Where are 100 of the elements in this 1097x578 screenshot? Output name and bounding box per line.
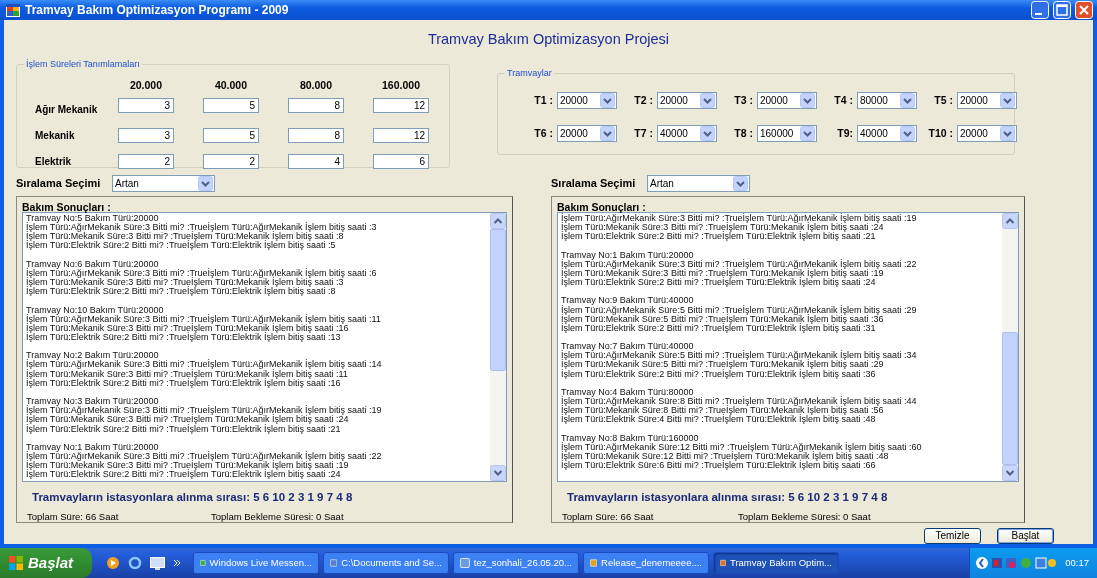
result-line: İşlem Türü:Elektrik Süre:2 Bitti mi? :Trueİşlem Türü:Elektrik İşlem bitiş saati :36: [561, 369, 877, 379]
duration-field[interactable]: 2: [203, 153, 259, 169]
sort-select[interactable]: Artan: [647, 174, 750, 192]
sort-label: Sıralama Seçimi: [16, 175, 102, 191]
result-line: İşlem Türü:AğırMekanik Süre:3 Bitti mi? :Trueİşlem Türü:AğırMekanik İşlem bitiş saati :22: [561, 259, 918, 269]
minimize-button[interactable]: [1031, 1, 1049, 19]
duration-field[interactable]: 2: [118, 153, 174, 169]
taskbar-button[interactable]: Tramvay Bakım Optim...: [713, 552, 839, 574]
result-line: İşlem Türü:Mekanik Süre:3 Bitti mi? :Trueİşlem Türü:Mekanik İşlem bitiş saati :24: [26, 415, 350, 425]
tram-header: Tramvay No:3 Bakım Türü:20000: [26, 397, 159, 407]
row-label: Elektrik: [35, 154, 73, 169]
column-header: 160.000: [381, 78, 421, 93]
window-title: Tramvay Bakım Optimizasyon Programı - 2009: [25, 2, 289, 19]
result-line: İşlem Türü:Mekanik Süre:12 Bitti mi? :Trueİşlem Türü:Mekanik İşlem bitiş saati :48: [561, 452, 890, 461]
tram-header: Tramvay No:4 Bakım Türü:80000: [561, 387, 695, 397]
duration-field[interactable]: 6: [373, 153, 429, 169]
app-icon: [590, 557, 598, 569]
result-line: İşlem Türü:Elektrik Süre:2 Bitti mi? :Trueİşlem Türü:Elektrik İşlem bitiş saati :8: [26, 287, 337, 297]
tram-label: T9:: [836, 125, 854, 141]
tram-select[interactable]: 80000: [857, 92, 917, 109]
result-line: İşlem Türü:Mekanik Süre:5 Bitti mi? :Trueİşlem Türü:Mekanik İşlem bitiş saati :36: [561, 314, 885, 324]
app-icon: [720, 557, 726, 569]
result-line: İşlem Türü:AğırMekanik Süre:3 Bitti mi? :Trueİşlem Türü:AğırMekanik İşlem bitiş saati :14: [26, 360, 383, 370]
tram-select[interactable]: 20000: [957, 92, 1017, 109]
taskbar-button[interactable]: tez_sonhali_26.05.20...: [453, 552, 579, 574]
action-button[interactable]: Temizle: [924, 528, 981, 544]
app-icon: [330, 557, 338, 569]
total-time: Toplam Süre: 66 Saat: [562, 510, 655, 525]
total-wait: Toplam Bekleme Süresi: 0 Saat: [211, 510, 344, 525]
tram-select[interactable]: 20000: [657, 92, 717, 109]
windows-flag-icon: [8, 555, 24, 571]
scrollbar[interactable]: [1002, 213, 1018, 481]
result-line: İşlem Türü:Mekanik Süre:5 Bitti mi? :Trueİşlem Türü:Mekanik İşlem bitiş saati :29: [561, 360, 885, 370]
scroll-thumb[interactable]: [490, 229, 506, 372]
app-icon: [6, 3, 20, 17]
start-button[interactable]: Başlat: [0, 548, 92, 578]
result-line: İşlem Türü:Elektrik Süre:2 Bitti mi? :Trueİşlem Türü:Elektrik İşlem bitiş saati :5: [26, 241, 337, 251]
duration-field[interactable]: 12: [373, 97, 429, 113]
tram-select[interactable]: 20000: [957, 125, 1017, 142]
app-icon: [460, 557, 470, 569]
sort-select[interactable]: Artan: [112, 174, 215, 192]
tram-header: Tramvay No:5 Bakım Türü:20000: [26, 214, 160, 223]
scroll-down-icon[interactable]: [1002, 465, 1018, 481]
result-line: İşlem Türü:AğırMekanik Süre:5 Bitti mi? :Trueİşlem Türü:AğırMekanik İşlem bitiş saati :34: [561, 351, 918, 361]
result-line: İşlem Türü:Elektrik Süre:2 Bitti mi? :Trueİşlem Türü:Elektrik İşlem bitiş saati :13: [26, 333, 342, 343]
tram-select[interactable]: 40000: [857, 125, 917, 142]
scroll-thumb[interactable]: [1002, 331, 1018, 465]
taskbar-button[interactable]: C:\Documents and Se...: [323, 552, 449, 574]
tram-select[interactable]: 20000: [557, 92, 617, 109]
column-header: 20.000: [128, 78, 164, 93]
duration-field[interactable]: 5: [203, 97, 259, 113]
action-button[interactable]: Başlat: [997, 528, 1054, 544]
duration-field[interactable]: 4: [288, 153, 344, 169]
duration-field[interactable]: 5: [203, 127, 259, 143]
result-line: İşlem Türü:Elektrik Süre:6 Bitti mi? :Trueİşlem Türü:Elektrik İşlem bitiş saati :66: [561, 461, 877, 471]
desktop-icon[interactable]: [150, 556, 165, 570]
tram-header: Tramvay No:7 Bakım Türü:40000: [561, 342, 694, 352]
tram-select[interactable]: 20000: [757, 92, 817, 109]
scroll-up-icon[interactable]: [490, 213, 506, 229]
tram-header: Tramvay No:8 Bakım Türü:160000: [561, 433, 700, 443]
group-legend: Tramvaylar: [505, 67, 554, 81]
tram-label: T6 :: [533, 125, 554, 141]
group-legend: İşlem Süreleri Tanımlamaları: [24, 58, 142, 72]
chevron-icon[interactable]: [173, 559, 181, 567]
result-line: İşlem Türü:AğırMekanik Süre:3 Bitti mi? :Trueİşlem Türü:AğırMekanik İşlem bitiş saati :6: [26, 268, 378, 278]
media-player-icon[interactable]: [106, 556, 120, 570]
result-line: İşlem Türü:Elektrik Süre:2 Bitti mi? :Trueİşlem Türü:Elektrik İşlem bitiş saati :24: [561, 278, 877, 288]
duration-field[interactable]: 8: [288, 97, 344, 113]
result-line: İşlem Türü:AğırMekanik Süre:3 Bitti mi? :Trueİşlem Türü:AğırMekanik İşlem bitiş saati :22: [26, 452, 383, 461]
scroll-down-icon[interactable]: [490, 465, 506, 481]
tram-label: T4 :: [833, 92, 854, 108]
tram-select[interactable]: 40000: [657, 125, 717, 142]
result-line: İşlem Türü:AğırMekanik Süre:3 Bitti mi? :Trueİşlem Türü:AğırMekanik İşlem bitiş saati :19: [561, 214, 918, 223]
result-line: İşlem Türü:Elektrik Süre:2 Bitti mi? :Trueİşlem Türü:Elektrik İşlem bitiş saati :21: [26, 424, 342, 434]
sort-label: Sıralama Seçimi: [551, 175, 637, 191]
result-line: İşlem Türü:Elektrik Süre:2 Bitti mi? :Trueİşlem Türü:Elektrik İşlem bitiş saati :31: [561, 323, 877, 333]
browser-icon[interactable]: [128, 556, 142, 570]
result-line: İşlem Türü:AğırMekanik Süre:3 Bitti mi? :Trueİşlem Türü:AğırMekanik İşlem bitiş saati :19: [26, 406, 383, 416]
tram-select[interactable]: 160000: [757, 125, 817, 142]
station-order: Tramvayların istasyonlara alınma sırası: 5 6 10 2 3 1 9 7 4 8: [566, 490, 889, 505]
close-button[interactable]: [1075, 1, 1093, 19]
duration-field[interactable]: 8: [288, 127, 344, 143]
duration-field[interactable]: 3: [118, 97, 174, 113]
tram-label: T10 :: [927, 125, 954, 141]
result-line: İşlem Türü:Elektrik Süre:2 Bitti mi? :Trueİşlem Türü:Elektrik İşlem bitiş saati :24: [26, 470, 342, 480]
result-line: İşlem Türü:AğırMekanik Süre:3 Bitti mi? :Trueİşlem Türü:AğırMekanik İşlem bitiş saati :11: [26, 314, 382, 324]
result-line: İşlem Türü:Elektrik Süre:2 Bitti mi? :Trueİşlem Türü:Elektrik İşlem bitiş saati :21: [561, 232, 877, 242]
scroll-up-icon[interactable]: [1002, 213, 1018, 229]
taskbar-button[interactable]: Windows Live Messen...: [193, 552, 319, 574]
taskbar-button[interactable]: Release_denemeeee....: [583, 552, 709, 574]
duration-field[interactable]: 12: [373, 127, 429, 143]
app-icon: [200, 557, 206, 569]
clock: 00:17: [1065, 555, 1089, 570]
column-header: 40.000: [213, 78, 249, 93]
tram-select[interactable]: 20000: [557, 125, 617, 142]
maximize-button[interactable]: [1053, 1, 1071, 19]
duration-field[interactable]: 3: [118, 127, 174, 143]
scrollbar[interactable]: [490, 213, 506, 481]
tram-label: T8 :: [733, 125, 754, 141]
result-line: İşlem Türü:Elektrik Süre:2 Bitti mi? :Trueİşlem Türü:Elektrik İşlem bitiş saati :16: [26, 378, 342, 388]
